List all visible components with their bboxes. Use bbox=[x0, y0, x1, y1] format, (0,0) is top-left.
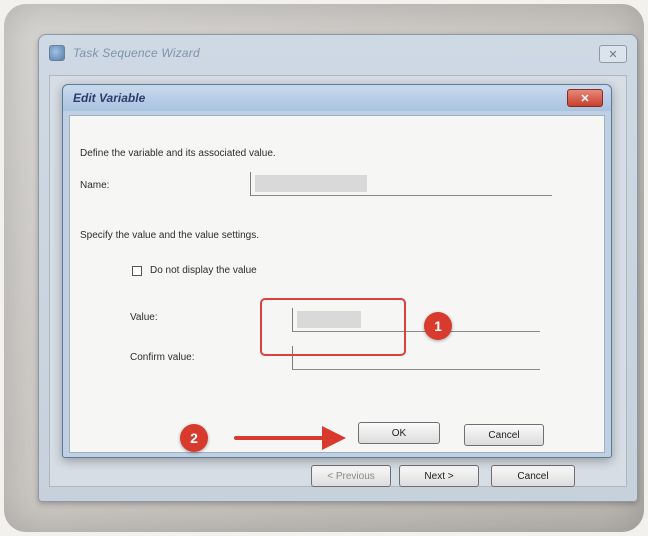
name-input[interactable] bbox=[250, 172, 552, 196]
wizard-titlebar: Task Sequence Wizard bbox=[39, 35, 637, 71]
ok-button[interactable]: OK bbox=[358, 422, 440, 444]
dialog-titlebar: Edit Variable bbox=[63, 85, 611, 111]
photo-frame: Task Sequence Wizard ✕ < Previous Next >… bbox=[4, 4, 644, 532]
previous-button[interactable]: < Previous bbox=[311, 465, 391, 487]
name-input-value bbox=[255, 175, 367, 192]
wizard-title: Task Sequence Wizard bbox=[73, 46, 200, 60]
hide-value-label: Do not display the value bbox=[150, 265, 257, 276]
hide-value-checkbox[interactable] bbox=[132, 266, 142, 276]
dialog-title: Edit Variable bbox=[73, 91, 146, 105]
value-highlight-box bbox=[260, 298, 406, 356]
dialog-close-button[interactable]: ✕ bbox=[567, 89, 603, 107]
wizard-app-icon bbox=[49, 45, 65, 61]
confirm-value-label: Confirm value: bbox=[130, 352, 195, 363]
dialog-content: Define the variable and its associated v… bbox=[69, 115, 605, 453]
step-2-badge: 2 bbox=[180, 424, 208, 452]
wizard-close-button[interactable]: ✕ bbox=[599, 45, 627, 63]
value-section-text: Specify the value and the value settings… bbox=[80, 230, 260, 241]
name-label: Name: bbox=[80, 180, 110, 191]
description-text: Define the variable and its associated v… bbox=[80, 148, 276, 159]
edit-variable-dialog: Edit Variable ✕ Define the variable and … bbox=[62, 84, 612, 458]
next-button[interactable]: Next > bbox=[399, 465, 479, 487]
value-label: Value: bbox=[130, 312, 158, 323]
arrow-right-icon bbox=[234, 426, 346, 450]
wizard-cancel-button[interactable]: Cancel bbox=[491, 465, 575, 487]
step-1-badge: 1 bbox=[424, 312, 452, 340]
dialog-cancel-button[interactable]: Cancel bbox=[464, 424, 544, 446]
